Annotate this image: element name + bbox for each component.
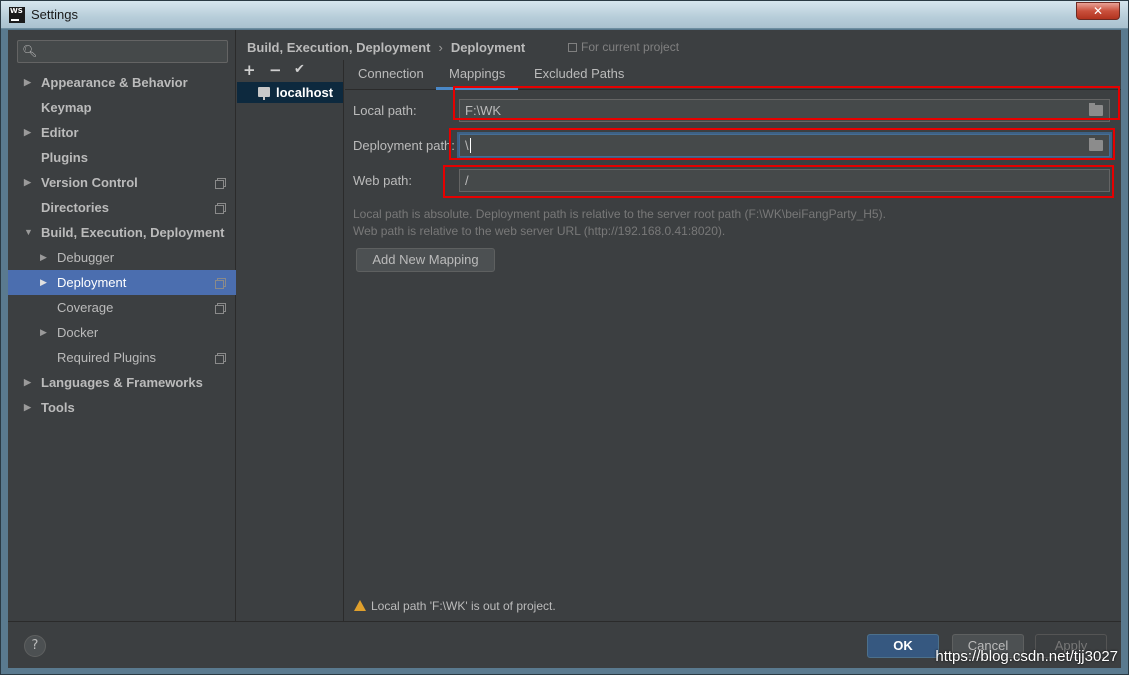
sidebar-item-label: Tools — [41, 400, 75, 415]
default-server-check-icon[interactable]: ✔ — [294, 62, 305, 77]
expand-arrow-icon[interactable]: ▶ — [24, 170, 31, 195]
collapse-arrow-icon[interactable]: ▼ — [24, 220, 33, 245]
server-icon — [258, 87, 270, 100]
sidebar-item-plugins[interactable]: Plugins — [8, 145, 236, 170]
sidebar-item-editor[interactable]: ▶ Editor — [8, 120, 236, 145]
remove-server-icon[interactable]: − — [269, 61, 282, 79]
title-bar: WS Settings ✕ — [1, 1, 1128, 29]
sidebar-item-label: Plugins — [41, 150, 88, 165]
expand-arrow-icon[interactable]: ▶ — [40, 270, 47, 295]
deployment-path-label: Deployment path: — [353, 138, 455, 153]
servers-panel: + − ✔ localhost — [237, 60, 344, 621]
expand-arrow-icon[interactable]: ▶ — [40, 320, 47, 345]
project-scope-icon — [568, 43, 577, 52]
expand-arrow-icon[interactable]: ▶ — [24, 120, 31, 145]
window-title: Settings — [31, 7, 78, 22]
annotation-highlight-box — [453, 86, 1120, 120]
help-button[interactable]: ? — [24, 635, 46, 657]
project-scope-icon — [215, 303, 226, 314]
settings-search-input[interactable]: 🔍︎ — [17, 40, 228, 63]
expand-arrow-icon[interactable]: ▶ — [24, 70, 31, 95]
sidebar-item-label: Directories — [41, 200, 109, 215]
sidebar-item-tools[interactable]: ▶ Tools — [8, 395, 236, 420]
sidebar-item-appearance-behavior[interactable]: ▶ Appearance & Behavior — [8, 70, 236, 95]
settings-sidebar: 🔍︎ ▶ Appearance & Behavior Keymap ▶ Edit… — [8, 30, 236, 621]
project-scope-icon — [215, 353, 226, 364]
project-scope-icon — [215, 178, 226, 189]
close-window-button[interactable]: ✕ — [1076, 2, 1120, 20]
sidebar-item-label: Coverage — [57, 300, 114, 315]
breadcrumb-current: Deployment — [450, 40, 526, 55]
sidebar-item-build-execution-deployment[interactable]: ▼ Build, Execution, Deployment — [8, 220, 236, 245]
sidebar-item-label: Debugger — [57, 250, 115, 265]
scope-label: For current project — [581, 40, 680, 54]
server-item-localhost[interactable]: localhost — [237, 82, 343, 103]
warning-icon — [354, 600, 366, 611]
sidebar-item-label: Editor — [41, 125, 79, 140]
sidebar-item-required-plugins[interactable]: Required Plugins — [8, 345, 236, 370]
sidebar-item-docker[interactable]: ▶ Docker — [8, 320, 236, 345]
sidebar-item-label: Docker — [57, 325, 99, 340]
warning-text: Local path 'F:\WK' is out of project. — [371, 599, 556, 613]
sidebar-item-debugger[interactable]: ▶ Debugger — [8, 245, 236, 270]
sidebar-item-label: Required Plugins — [57, 350, 157, 365]
sidebar-item-label: Deployment — [57, 275, 127, 290]
expand-arrow-icon[interactable]: ▶ — [40, 245, 47, 270]
project-scope-icon — [215, 278, 226, 289]
sidebar-item-label: Appearance & Behavior — [41, 75, 188, 90]
scope-indicator: For current project — [568, 40, 679, 54]
ok-button[interactable]: OK — [867, 634, 939, 658]
sidebar-item-coverage[interactable]: Coverage — [8, 295, 236, 320]
sidebar-item-keymap[interactable]: Keymap — [8, 95, 236, 120]
add-server-icon[interactable]: + — [243, 61, 256, 79]
webstorm-app-icon: WS — [9, 7, 25, 23]
sidebar-item-version-control[interactable]: ▶ Version Control — [8, 170, 236, 195]
sidebar-item-label: Build, Execution, Deployment — [41, 225, 225, 240]
breadcrumb-parent: Build, Execution, Deployment — [247, 40, 431, 55]
breadcrumb: Build, Execution, Deployment › Deployment — [247, 40, 525, 55]
expand-arrow-icon[interactable]: ▶ — [24, 370, 31, 395]
annotation-highlight-box — [443, 165, 1114, 198]
tab-connection[interactable]: Connection — [345, 60, 437, 90]
add-new-mapping-button[interactable]: Add New Mapping — [356, 248, 495, 272]
server-label: localhost — [276, 85, 334, 100]
local-path-label: Local path: — [353, 103, 417, 118]
warning-message: Local path 'F:\WK' is out of project. — [354, 599, 556, 613]
sidebar-item-deployment[interactable]: ▶ Deployment — [8, 270, 236, 295]
sidebar-item-label: Version Control — [41, 175, 138, 190]
expand-arrow-icon[interactable]: ▶ — [24, 395, 31, 420]
path-hint-line-1: Local path is absolute. Deployment path … — [353, 207, 886, 221]
watermark-url: https://blog.csdn.net/tjj3027 — [935, 648, 1118, 665]
servers-toolbar: + − ✔ — [237, 60, 344, 82]
settings-dialog: 🔍︎ ▶ Appearance & Behavior Keymap ▶ Edit… — [8, 30, 1121, 668]
sidebar-item-directories[interactable]: Directories — [8, 195, 236, 220]
path-hint-line-2: Web path is relative to the web server U… — [353, 224, 726, 238]
search-icon: 🔍︎ — [22, 44, 38, 58]
sidebar-item-label: Keymap — [41, 100, 92, 115]
web-path-label: Web path: — [353, 173, 413, 188]
project-scope-icon — [215, 203, 226, 214]
settings-window: WS Settings ✕ 🔍︎ ▶ Appearance & Behavior… — [0, 0, 1129, 675]
sidebar-item-languages-frameworks[interactable]: ▶ Languages & Frameworks — [8, 370, 236, 395]
annotation-highlight-box — [449, 128, 1115, 160]
sidebar-item-label: Languages & Frameworks — [41, 375, 203, 390]
breadcrumb-separator: › — [438, 40, 443, 55]
